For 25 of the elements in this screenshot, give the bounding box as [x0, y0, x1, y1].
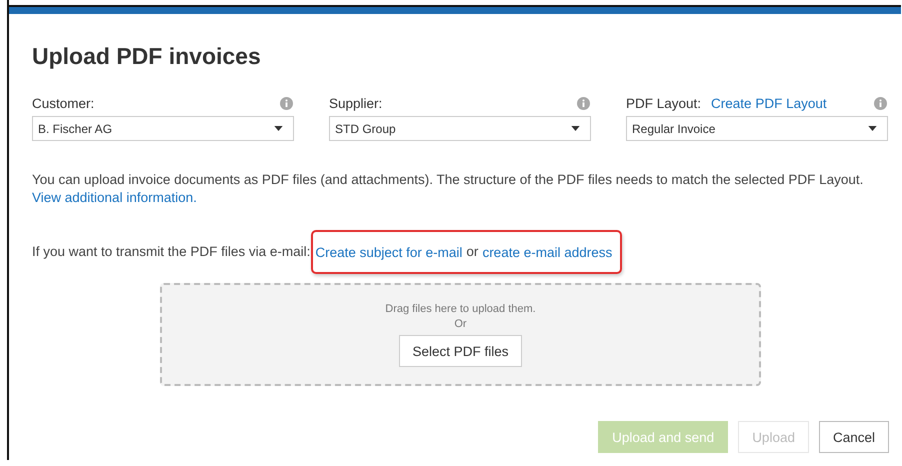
- dropdown-field[interactable]: Regular Invoice: [626, 116, 888, 141]
- create-subject-link[interactable]: Create subject for e-mail: [315, 244, 462, 260]
- email-prompt: If you want to transmit the PDF files via e-mail:: [32, 243, 310, 261]
- create-email-link[interactable]: create e-mail address: [482, 244, 612, 260]
- select-files-button[interactable]: Select PDF files: [399, 335, 522, 367]
- dialog-button[interactable]: Cancel: [818, 421, 889, 453]
- info-icon[interactable]: [280, 96, 293, 110]
- caret-icon: [571, 126, 580, 131]
- info-icon[interactable]: [577, 96, 590, 110]
- info-paragraph: You can upload invoice documents as PDF files (and attachments). The structure of the PDF files needs to match the selected PDF Layout. View additional information.: [32, 171, 864, 207]
- caret-icon: [868, 126, 877, 131]
- dropdown-field[interactable]: STD Group: [329, 116, 591, 141]
- field-label: PDF Layout:: [626, 96, 702, 110]
- drop-zone[interactable]: Drag files here to upload them. Or Select PDF files: [160, 283, 761, 386]
- caret-icon: [274, 126, 283, 131]
- additional-info-link[interactable]: View additional information.: [32, 190, 197, 205]
- drop-hint: Drag files here to upload them.: [385, 302, 536, 317]
- info-icon[interactable]: [874, 96, 887, 110]
- or-text: or: [466, 243, 478, 261]
- create-layout-link[interactable]: Create PDF Layout: [711, 96, 827, 110]
- dialog-title: Upload PDF invoices: [32, 42, 262, 71]
- field-label: Supplier:: [329, 96, 382, 110]
- field-label: Customer:: [32, 96, 94, 110]
- or-text: Or: [454, 317, 467, 332]
- dropdown-field[interactable]: B. Fischer AG: [32, 116, 294, 141]
